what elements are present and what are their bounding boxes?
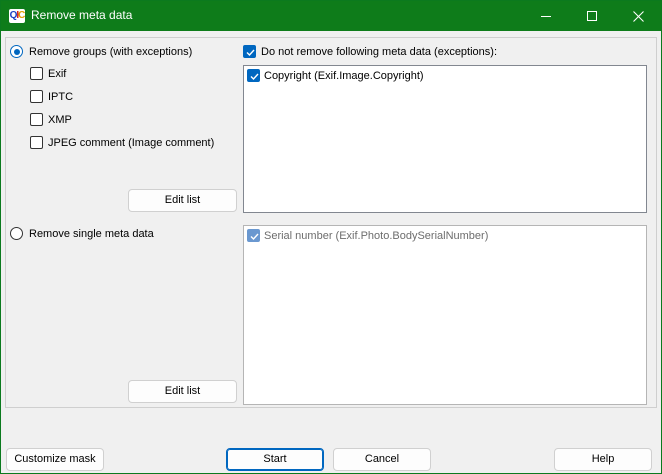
exif-label[interactable]: Exif bbox=[48, 68, 66, 81]
window-title: Remove meta data bbox=[31, 8, 133, 22]
minimize-button[interactable] bbox=[523, 1, 569, 31]
iptc-label[interactable]: IPTC bbox=[48, 91, 73, 104]
jpeg-comment-checkbox[interactable] bbox=[30, 136, 43, 149]
maximize-button[interactable] bbox=[569, 1, 615, 31]
maximize-icon bbox=[587, 11, 597, 21]
remove-groups-label[interactable]: Remove groups (with exceptions) bbox=[29, 46, 192, 59]
copyright-checkbox[interactable] bbox=[247, 69, 260, 82]
start-button[interactable]: Start bbox=[226, 448, 324, 471]
dialog-window: QIC Remove meta data Remove groups (with… bbox=[0, 0, 662, 474]
app-icon: QIC bbox=[9, 9, 25, 23]
cancel-button[interactable]: Cancel bbox=[333, 448, 431, 471]
serial-number-label: Serial number (Exif.Photo.BodySerialNumb… bbox=[264, 230, 489, 242]
customize-mask-button[interactable]: Customize mask bbox=[6, 448, 104, 471]
app-icon-letter-c: C bbox=[18, 10, 25, 21]
xmp-label[interactable]: XMP bbox=[48, 114, 72, 127]
iptc-checkbox[interactable] bbox=[30, 90, 43, 103]
checkmark-icon bbox=[250, 73, 259, 81]
checkmark-icon bbox=[250, 233, 259, 241]
edit-groups-list-button[interactable]: Edit list bbox=[128, 189, 237, 212]
close-icon bbox=[632, 10, 644, 22]
jpeg-comment-label[interactable]: JPEG comment (Image comment) bbox=[48, 137, 214, 150]
exceptions-label[interactable]: Do not remove following meta data (excep… bbox=[261, 46, 497, 59]
xmp-checkbox[interactable] bbox=[30, 113, 43, 126]
single-meta-list[interactable]: Serial number (Exif.Photo.BodySerialNumb… bbox=[243, 225, 647, 405]
exif-checkbox[interactable] bbox=[30, 67, 43, 80]
title-bar[interactable]: QIC Remove meta data bbox=[1, 1, 661, 31]
remove-single-label[interactable]: Remove single meta data bbox=[29, 228, 154, 241]
edit-single-list-button[interactable]: Edit list bbox=[128, 380, 237, 403]
help-button[interactable]: Help bbox=[554, 448, 652, 471]
remove-groups-radio[interactable] bbox=[10, 45, 23, 58]
close-button[interactable] bbox=[615, 1, 661, 31]
serial-number-checkbox bbox=[247, 229, 260, 242]
minimize-icon bbox=[541, 16, 551, 17]
remove-single-radio[interactable] bbox=[10, 227, 23, 240]
exceptions-checkbox[interactable] bbox=[243, 45, 256, 58]
copyright-label[interactable]: Copyright (Exif.Image.Copyright) bbox=[264, 70, 424, 83]
checkmark-icon bbox=[246, 49, 255, 57]
exceptions-list[interactable]: Copyright (Exif.Image.Copyright) bbox=[243, 65, 647, 213]
